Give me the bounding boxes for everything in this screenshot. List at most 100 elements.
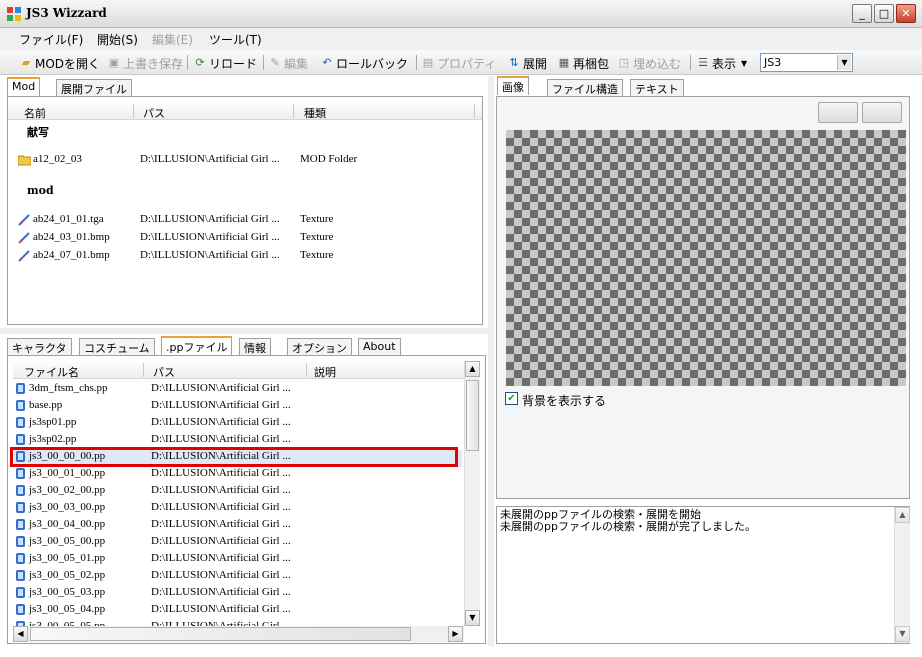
column-type[interactable]: 種類 xyxy=(304,105,326,121)
table-row[interactable]: js3_00_05_03.pp D:\ILLUSION\Artificial Gi… xyxy=(14,586,462,603)
game-select-combo[interactable]: JS3 ▼ xyxy=(760,53,853,72)
repack-button[interactable]: ▦ 再梱包 xyxy=(557,54,609,72)
list-item[interactable]: ab24_01_01.tga D:\ILLUSION\Artificial Gi… xyxy=(18,213,478,230)
column-name[interactable]: 名前 xyxy=(24,105,46,121)
file-path: D:\ILLUSION\Artificial Girl ... xyxy=(151,382,291,394)
horizontal-splitter[interactable] xyxy=(0,328,490,334)
file-name: js3_00_01_00.pp xyxy=(29,467,106,480)
file-path: D:\ILLUSION\Artificial Girl ... xyxy=(151,433,291,445)
file-name: js3_00_05_04.pp xyxy=(29,603,106,616)
horizontal-scrollbar[interactable]: ◀ ▶ xyxy=(13,626,464,642)
properties-button[interactable]: ▤ プロパティ xyxy=(421,54,496,72)
file-name: js3sp02.pp xyxy=(29,433,77,446)
tab-pp-files[interactable]: .ppファイル xyxy=(161,336,233,355)
file-name: js3_00_05_01.pp xyxy=(29,552,106,565)
table-row[interactable]: js3_00_05_02.pp D:\ILLUSION\Artificial Gi… xyxy=(14,569,462,586)
list-item[interactable]: ab24_07_01.bmp D:\ILLUSION\Artificial Gi… xyxy=(18,249,478,266)
column-divider[interactable] xyxy=(306,363,307,377)
preview-action-button[interactable] xyxy=(862,102,902,123)
close-button[interactable]: ✕ xyxy=(896,4,916,23)
expand-icon: ⇅ xyxy=(509,56,519,69)
vertical-scrollbar[interactable]: ▲ ▼ xyxy=(464,361,480,626)
table-row[interactable]: js3_00_04_00.pp D:\ILLUSION\Artificial Gi… xyxy=(14,518,462,535)
menu-edit[interactable]: 編集(E) xyxy=(152,31,193,48)
rollback-button[interactable]: ↶ ロールバック xyxy=(320,54,408,72)
table-row[interactable]: js3_00_02_00.pp D:\ILLUSION\Artificial Gi… xyxy=(14,484,462,501)
checkmark-icon: ✔ xyxy=(507,393,516,404)
pp-file-icon xyxy=(16,485,25,496)
tab-options[interactable]: オプション xyxy=(287,338,352,355)
pp-file-icon xyxy=(16,383,25,394)
table-row[interactable]: base.pp D:\ILLUSION\Artificial Girl ... xyxy=(14,399,462,416)
table-row[interactable]: 3dm_ftsm_chs.pp D:\ILLUSION\Artificial Gi… xyxy=(14,382,462,399)
scroll-right-arrow-icon[interactable]: ▶ xyxy=(448,626,463,642)
column-divider[interactable] xyxy=(293,104,294,118)
folder-open-icon: ▰ xyxy=(21,56,31,69)
scroll-left-arrow-icon[interactable]: ◀ xyxy=(13,626,28,642)
scroll-down-arrow-icon[interactable]: ▼ xyxy=(895,626,910,642)
tab-file-structure[interactable]: ファイル構造 xyxy=(547,79,623,96)
tab-extracted-files[interactable]: 展開ファイル xyxy=(56,79,132,96)
menu-start[interactable]: 開始(S) xyxy=(97,31,138,48)
rollback-label: ロールバック xyxy=(336,56,409,71)
table-row[interactable]: js3_00_05_04.pp D:\ILLUSION\Artificial Gi… xyxy=(14,603,462,620)
edit-button[interactable]: ✎ 編集 xyxy=(268,54,308,72)
scroll-up-arrow-icon[interactable]: ▲ xyxy=(465,361,480,377)
chevron-down-icon[interactable]: ▼ xyxy=(837,55,851,70)
scroll-up-arrow-icon[interactable]: ▲ xyxy=(895,507,910,523)
open-mod-button[interactable]: ▰ MODを開く xyxy=(19,54,100,72)
show-background-checkbox[interactable]: ✔ xyxy=(505,392,518,405)
scroll-down-arrow-icon[interactable]: ▼ xyxy=(465,610,480,626)
file-path: D:\ILLUSION\Artificial Girl ... xyxy=(151,518,291,530)
embed-button[interactable]: ◳ 埋め込む xyxy=(617,54,681,72)
view-dropdown-button[interactable]: ☰ 表示 ▼ xyxy=(696,54,747,72)
column-divider[interactable] xyxy=(474,104,475,118)
table-row[interactable]: js3_00_01_00.pp D:\ILLUSION\Artificial Gi… xyxy=(14,467,462,484)
file-name: js3_00_02_00.pp xyxy=(29,484,106,497)
scroll-thumb[interactable] xyxy=(30,627,411,641)
tab-info[interactable]: 情報 xyxy=(239,338,271,355)
list-item[interactable]: a12_02_03 D:\ILLUSION\Artificial Girl ..… xyxy=(18,153,478,170)
group-header: 献写 xyxy=(27,126,49,139)
list-item[interactable]: ab24_03_01.bmp D:\ILLUSION\Artificial Gi… xyxy=(18,231,478,248)
tab-mod[interactable]: Mod xyxy=(7,77,41,96)
menu-tools[interactable]: ツール(T) xyxy=(209,31,262,48)
undo-icon: ↶ xyxy=(322,56,332,69)
table-row[interactable]: js3_00_03_00.pp D:\ILLUSION\Artificial Gi… xyxy=(14,501,462,518)
column-description[interactable]: 説明 xyxy=(314,364,336,380)
tab-image[interactable]: 画像 xyxy=(497,76,529,95)
menu-file[interactable]: ファイル(F) xyxy=(19,31,83,48)
mod-list-panel: 名前 パス 種類 献写 a12_02_03 D:\ILLUSION\Artifi… xyxy=(7,96,483,325)
table-row[interactable]: js3_00_05_01.pp D:\ILLUSION\Artificial Gi… xyxy=(14,552,462,569)
tab-text[interactable]: テキスト xyxy=(630,79,684,96)
reload-button[interactable]: ⟳ リロード xyxy=(193,54,257,72)
column-path[interactable]: パス xyxy=(153,364,175,380)
column-path[interactable]: パス xyxy=(143,105,165,121)
tab-costume[interactable]: コスチューム xyxy=(79,338,155,355)
table-row[interactable]: js3_00_05_00.pp D:\ILLUSION\Artificial Gi… xyxy=(14,535,462,552)
maximize-button[interactable]: □ xyxy=(874,4,894,23)
tab-character[interactable]: キャラクタ xyxy=(7,338,72,355)
expand-button[interactable]: ⇅ 展開 xyxy=(507,54,547,72)
file-path: D:\ILLUSION\Artificial Girl ... xyxy=(151,484,291,496)
column-divider[interactable] xyxy=(133,104,134,118)
tab-about[interactable]: About xyxy=(358,338,401,355)
column-divider[interactable] xyxy=(143,363,144,377)
file-path: D:\ILLUSION\Artificial Girl ... xyxy=(151,603,291,615)
file-path: D:\ILLUSION\Artificial Girl ... xyxy=(151,416,291,428)
item-path: D:\ILLUSION\Artificial Girl ... xyxy=(140,231,280,243)
scroll-thumb[interactable] xyxy=(466,380,479,451)
minimize-button[interactable]: _ xyxy=(852,4,872,23)
table-row[interactable]: js3sp01.pp D:\ILLUSION\Artificial Girl ..… xyxy=(14,416,462,433)
preview-action-button[interactable] xyxy=(818,102,858,123)
item-name: ab24_03_01.bmp xyxy=(33,231,110,244)
toolbar-separator xyxy=(187,55,188,70)
column-filename[interactable]: ファイル名 xyxy=(24,364,79,380)
pp-file-icon xyxy=(16,536,25,547)
pp-file-icon xyxy=(16,417,25,428)
log-scrollbar[interactable]: ▲ ▼ xyxy=(894,507,910,643)
pp-file-icon xyxy=(16,519,25,530)
vertical-splitter[interactable] xyxy=(488,76,494,646)
save-overwrite-button[interactable]: ▣ 上書き保存 xyxy=(107,54,183,72)
log-output[interactable]: 未展開のppファイルの検索・展開を開始 未展開のppファイルの検索・展開が完了し… xyxy=(496,506,910,644)
